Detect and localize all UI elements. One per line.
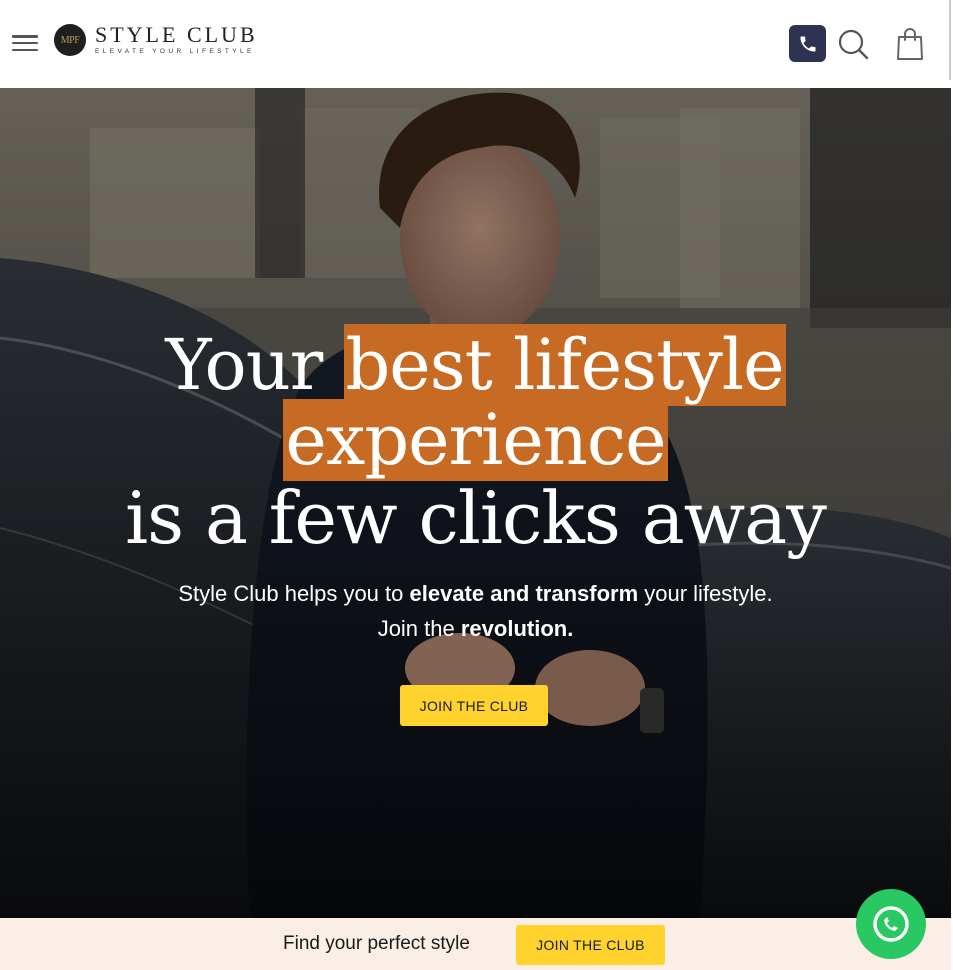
subtitle-revolution: revolution. <box>460 616 574 641</box>
heading-plain: Your <box>165 324 344 406</box>
subtitle-text: Style Club helps you to <box>178 581 410 606</box>
phone-button[interactable] <box>789 25 826 62</box>
join-club-button[interactable]: JOIN THE CLUB <box>400 685 548 726</box>
whatsapp-icon <box>873 906 909 942</box>
hero-heading: Your best lifestyle experience is a few … <box>0 324 951 560</box>
scrollbar[interactable] <box>949 0 951 80</box>
hero-section: Your best lifestyle experience is a few … <box>0 88 951 918</box>
logo-title: STYLE CLUB <box>95 22 258 47</box>
search-icon[interactable] <box>836 27 870 61</box>
hero-subtitle: Style Club helps you to elevate and tran… <box>0 576 951 646</box>
heading-highlight-1: best lifestyle <box>343 324 786 406</box>
subtitle-join: Join the <box>377 616 461 641</box>
shopping-bag-icon[interactable] <box>894 26 926 62</box>
logo-mark: MPF <box>54 24 86 56</box>
heading-line-3: is a few clicks away <box>125 476 827 560</box>
site-logo[interactable]: MPF STYLE CLUB ELEVATE YOUR LIFESTYLE <box>54 24 258 56</box>
phone-icon <box>800 36 815 51</box>
sticky-cta-bar: Find your perfect style JOIN THE CLUB <box>0 918 951 970</box>
site-header: MPF STYLE CLUB ELEVATE YOUR LIFESTYLE <box>0 0 951 88</box>
sticky-join-club-button[interactable]: JOIN THE CLUB <box>516 925 665 965</box>
subtitle-text-end: your lifestyle. <box>638 581 773 606</box>
hamburger-menu-icon[interactable] <box>12 33 38 53</box>
heading-highlight-2: experience <box>283 399 668 481</box>
subtitle-bold: elevate and transform <box>409 581 639 606</box>
sticky-bar-text: Find your perfect style <box>283 933 470 954</box>
logo-tagline: ELEVATE YOUR LIFESTYLE <box>95 48 255 55</box>
whatsapp-button[interactable] <box>856 889 926 959</box>
